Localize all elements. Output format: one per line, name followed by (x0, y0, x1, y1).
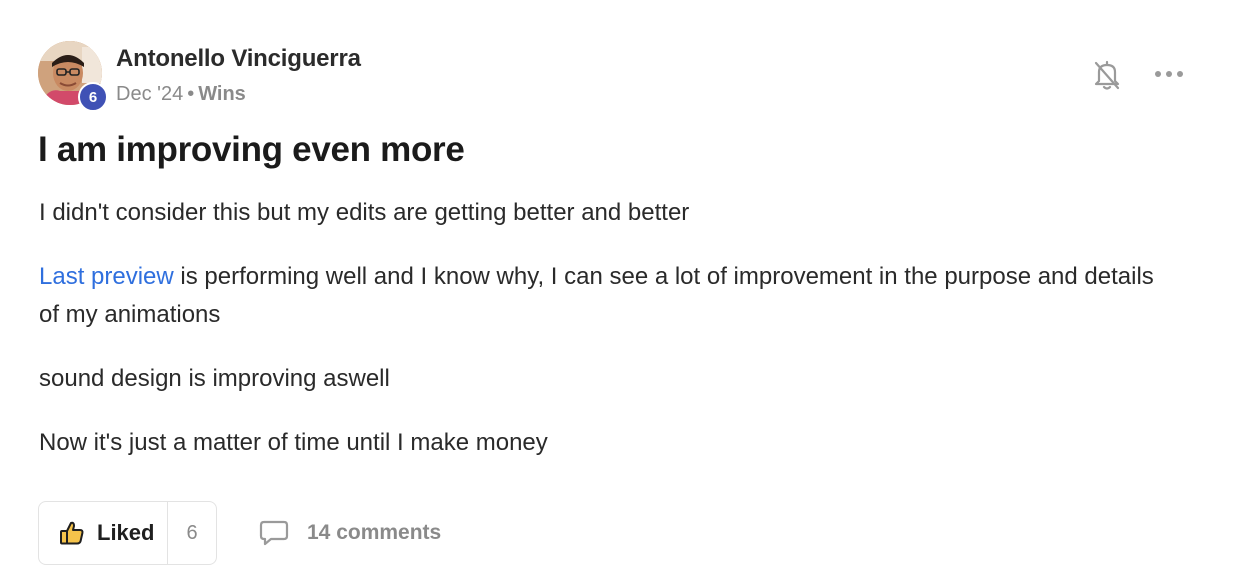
comment-icon (259, 520, 289, 546)
author-avatar-wrap[interactable]: 6 (38, 41, 108, 112)
post-paragraph-4: Now it's just a matter of time until I m… (39, 429, 548, 456)
post-date[interactable]: Dec '24 (116, 83, 183, 105)
author-name[interactable]: Antonello Vinciguerra (116, 45, 361, 73)
comments-label: 14 comments (307, 521, 442, 544)
like-group: Liked 6 (38, 501, 217, 565)
like-button[interactable]: Liked (39, 502, 167, 564)
more-options-button[interactable] (1153, 62, 1185, 86)
more-horizontal-icon (1155, 71, 1183, 77)
post-card: 6 Antonello Vinciguerra Dec '24 • Wins I a… (0, 0, 1242, 586)
post-category[interactable]: Wins (198, 83, 246, 105)
post-paragraph-2-text: is performing well and I know why, I can… (39, 263, 1154, 328)
like-count[interactable]: 6 (168, 502, 216, 564)
post-paragraph-2: Last preview is performing well and I kn… (39, 258, 1179, 334)
bell-off-icon (1094, 60, 1120, 90)
last-preview-link[interactable]: Last preview (39, 263, 174, 290)
comments-button[interactable]: 14 comments (259, 515, 441, 551)
post-paragraph-1: I didn't consider this but my edits are … (39, 199, 690, 226)
post-meta: Dec '24 • Wins (116, 83, 246, 106)
notification-toggle-button[interactable] (1091, 58, 1123, 92)
meta-separator: • (187, 83, 195, 105)
level-badge: 6 (78, 82, 108, 112)
post-title: I am improving even more (38, 130, 465, 169)
thumbs-up-icon (60, 521, 84, 545)
like-label: Liked (97, 520, 155, 545)
post-paragraph-3: sound design is improving aswell (39, 365, 390, 392)
